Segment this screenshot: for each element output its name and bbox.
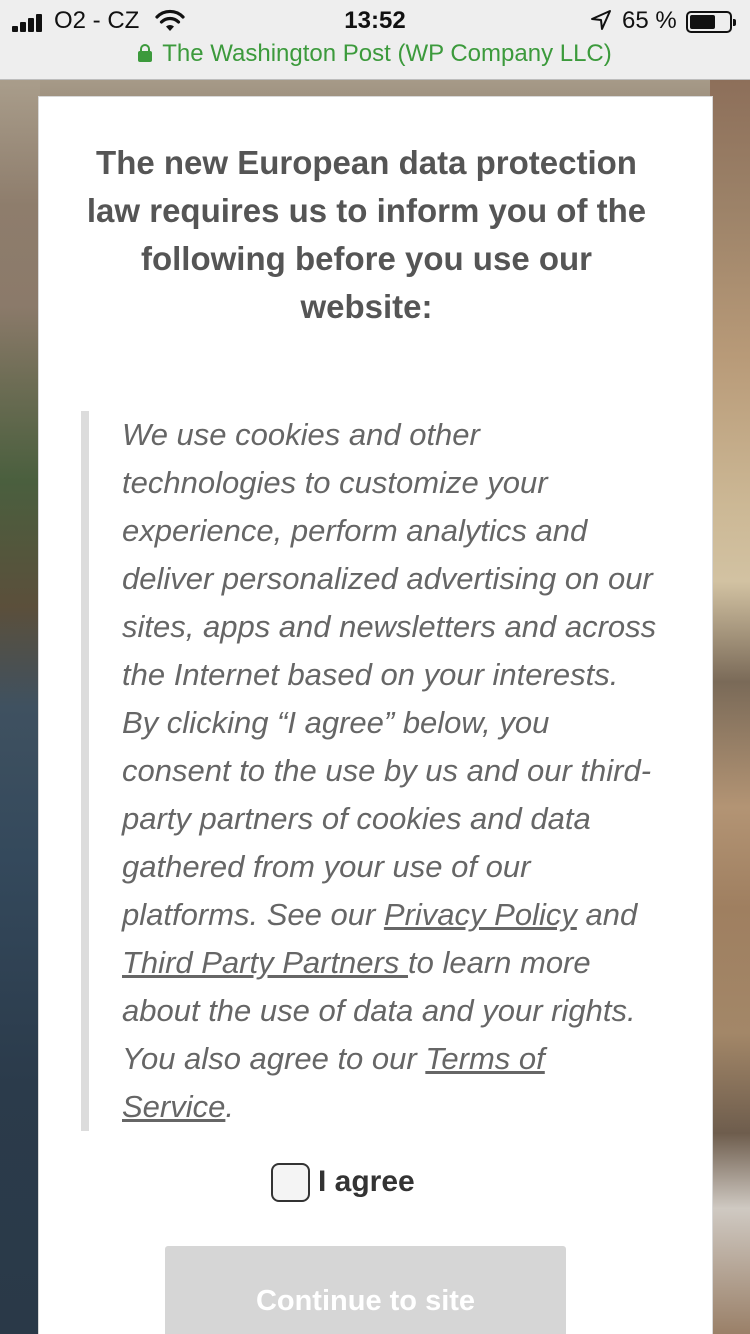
notice-text-part: We use cookies and other technologies to… — [122, 417, 657, 932]
consent-dialog: The new European data protection law req… — [38, 96, 713, 1334]
battery-icon — [686, 11, 736, 33]
site-identity-bar[interactable]: The Washington Post (WP Company LLC) — [0, 38, 750, 70]
status-bar: O2 - CZ 13:52 65 % The Washington Post (… — [0, 0, 750, 80]
site-identity-label: The Washington Post (WP Company LLC) — [162, 40, 612, 67]
consent-notice: We use cookies and other technologies to… — [81, 411, 681, 1131]
agree-checkbox[interactable] — [271, 1163, 310, 1202]
continue-to-site-button[interactable]: Continue to site — [165, 1246, 566, 1334]
privacy-policy-link[interactable]: Privacy Policy — [384, 897, 577, 932]
location-arrow-icon — [591, 10, 611, 30]
battery-percent: 65 % — [622, 7, 677, 34]
notice-text-part: and — [576, 897, 638, 932]
notice-text-part: . — [225, 1089, 234, 1124]
background-photo-left-edge — [0, 80, 40, 1334]
third-party-partners-link[interactable]: Third Party Partners — [122, 945, 408, 980]
agree-label[interactable]: I agree — [318, 1163, 415, 1201]
consent-notice-text: We use cookies and other technologies to… — [122, 411, 657, 1131]
lock-icon — [138, 44, 153, 62]
background-photo-right-edge — [710, 80, 750, 1334]
consent-heading: The new European data protection law req… — [86, 144, 647, 325]
battery-fill — [690, 15, 715, 29]
